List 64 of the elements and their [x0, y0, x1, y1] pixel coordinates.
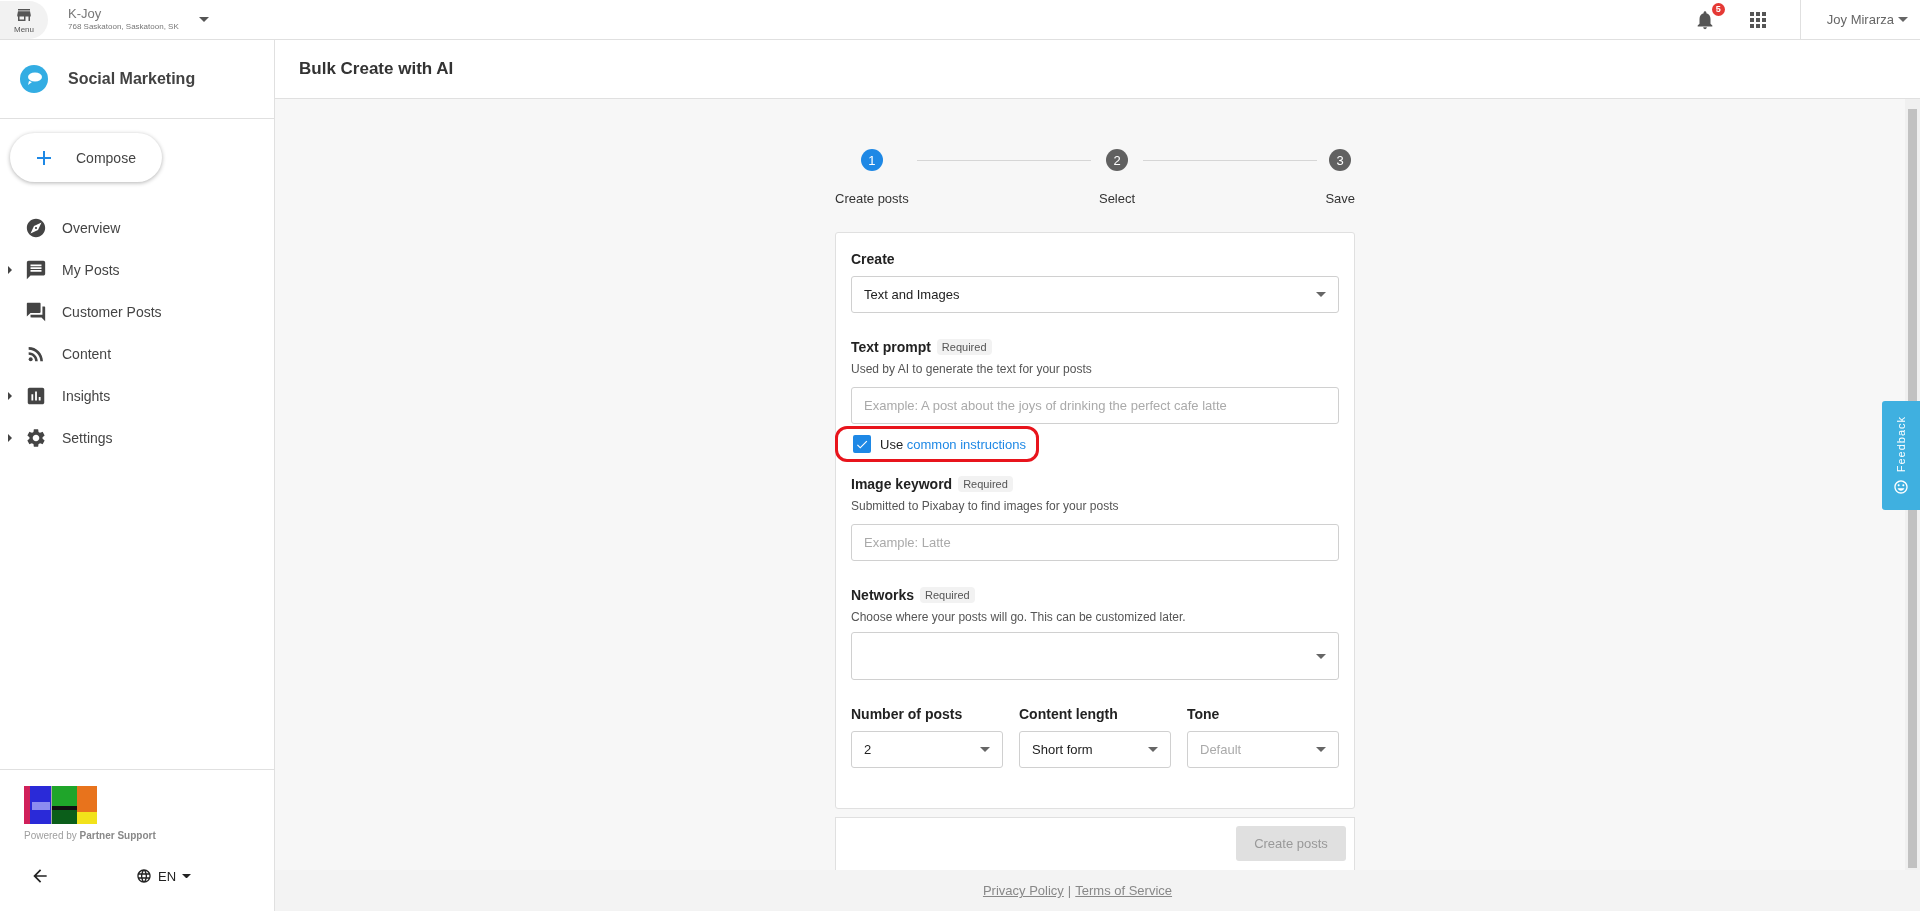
caret-icon [1316, 653, 1326, 659]
nav-item[interactable]: Content [62, 346, 112, 362]
caret-icon [1148, 747, 1158, 752]
step-label: Create posts [835, 191, 909, 206]
select-field[interactable]: Text and Images [851, 276, 1339, 313]
separator-text: | [1067, 883, 1072, 898]
compose-button[interactable]: Compose [10, 133, 162, 182]
instructions-link[interactable]: common instructions [906, 436, 1026, 452]
powered-by-text: Powered by Partner Support [24, 830, 157, 841]
caret-icon [980, 747, 990, 752]
helper-text: Used by AI to generate the text for your posts [851, 362, 1093, 376]
expand-arrow-icon[interactable] [8, 392, 12, 400]
helper-text: Choose where your posts will go. This can be customized later. [851, 610, 1187, 624]
step-number: 3 [1329, 149, 1352, 171]
expand-arrow-icon[interactable] [8, 266, 12, 274]
field-label: Content length [1019, 706, 1119, 722]
app-title: Social Marketing [68, 70, 196, 88]
bar-chart-icon [25, 385, 47, 407]
caret-icon [182, 873, 192, 879]
step-number: 2 [1106, 149, 1129, 171]
text-field[interactable]: Example: Latte [851, 524, 1339, 561]
select-field[interactable]: 2 [851, 731, 1003, 768]
page-title: Bulk Create with AI [299, 59, 454, 79]
language-selector[interactable]: EN [130, 867, 198, 885]
field-label: Tone [1187, 706, 1221, 722]
text-field[interactable]: Example: A post about the joys of drinking the perfect cafe latte [851, 387, 1339, 424]
nav-item[interactable]: Overview [62, 220, 121, 236]
step-label: Select [1098, 191, 1136, 206]
required-tag: Required [958, 476, 1013, 492]
expand-arrow-icon[interactable] [8, 434, 12, 442]
compass-icon [25, 217, 47, 239]
required-tag: Required [936, 339, 992, 355]
helper-text: Submitted to Pixabay to find images for your posts [851, 499, 1120, 513]
caret-icon [1898, 17, 1908, 22]
business-name: K-Joy [68, 7, 103, 23]
checkbox[interactable] [853, 435, 871, 453]
caret-icon [198, 17, 209, 22]
select-field[interactable]: Short form [1019, 731, 1171, 768]
step-label: Save [1325, 191, 1355, 206]
field-label: Create [851, 251, 895, 267]
globe-icon [136, 868, 152, 884]
settings-icon [25, 427, 47, 449]
chat-bubbles-logo-icon [20, 65, 48, 93]
user-menu[interactable]: Joy Mirarza [1799, 0, 1920, 40]
nav-item[interactable]: Insights [62, 388, 111, 404]
step-number: 1 [860, 149, 883, 171]
select-field[interactable] [851, 632, 1339, 680]
chat-bubbles-icon [25, 301, 47, 323]
business-address: 768 Saskatoon, Saskatoon, SK [68, 22, 179, 32]
caret-icon [1316, 292, 1326, 297]
field-label: Image keyword [851, 476, 953, 492]
nav-item[interactable]: Settings [62, 430, 113, 446]
notification-count: 5 [1711, 2, 1725, 16]
field-label: Text prompt [851, 339, 931, 355]
field-label: Networks [851, 587, 915, 603]
smiley-icon [1893, 478, 1909, 495]
field-label: Number of posts [851, 706, 964, 722]
caret-icon [1316, 747, 1326, 752]
nav-item[interactable]: Customer Posts [62, 304, 162, 320]
nav-item[interactable]: My Posts [62, 262, 120, 278]
menu-button[interactable]: Menu [0, 0, 48, 39]
message-icon [25, 259, 47, 281]
checkbox-label: Use common instructions [880, 436, 1026, 452]
required-tag: Required [920, 587, 975, 603]
